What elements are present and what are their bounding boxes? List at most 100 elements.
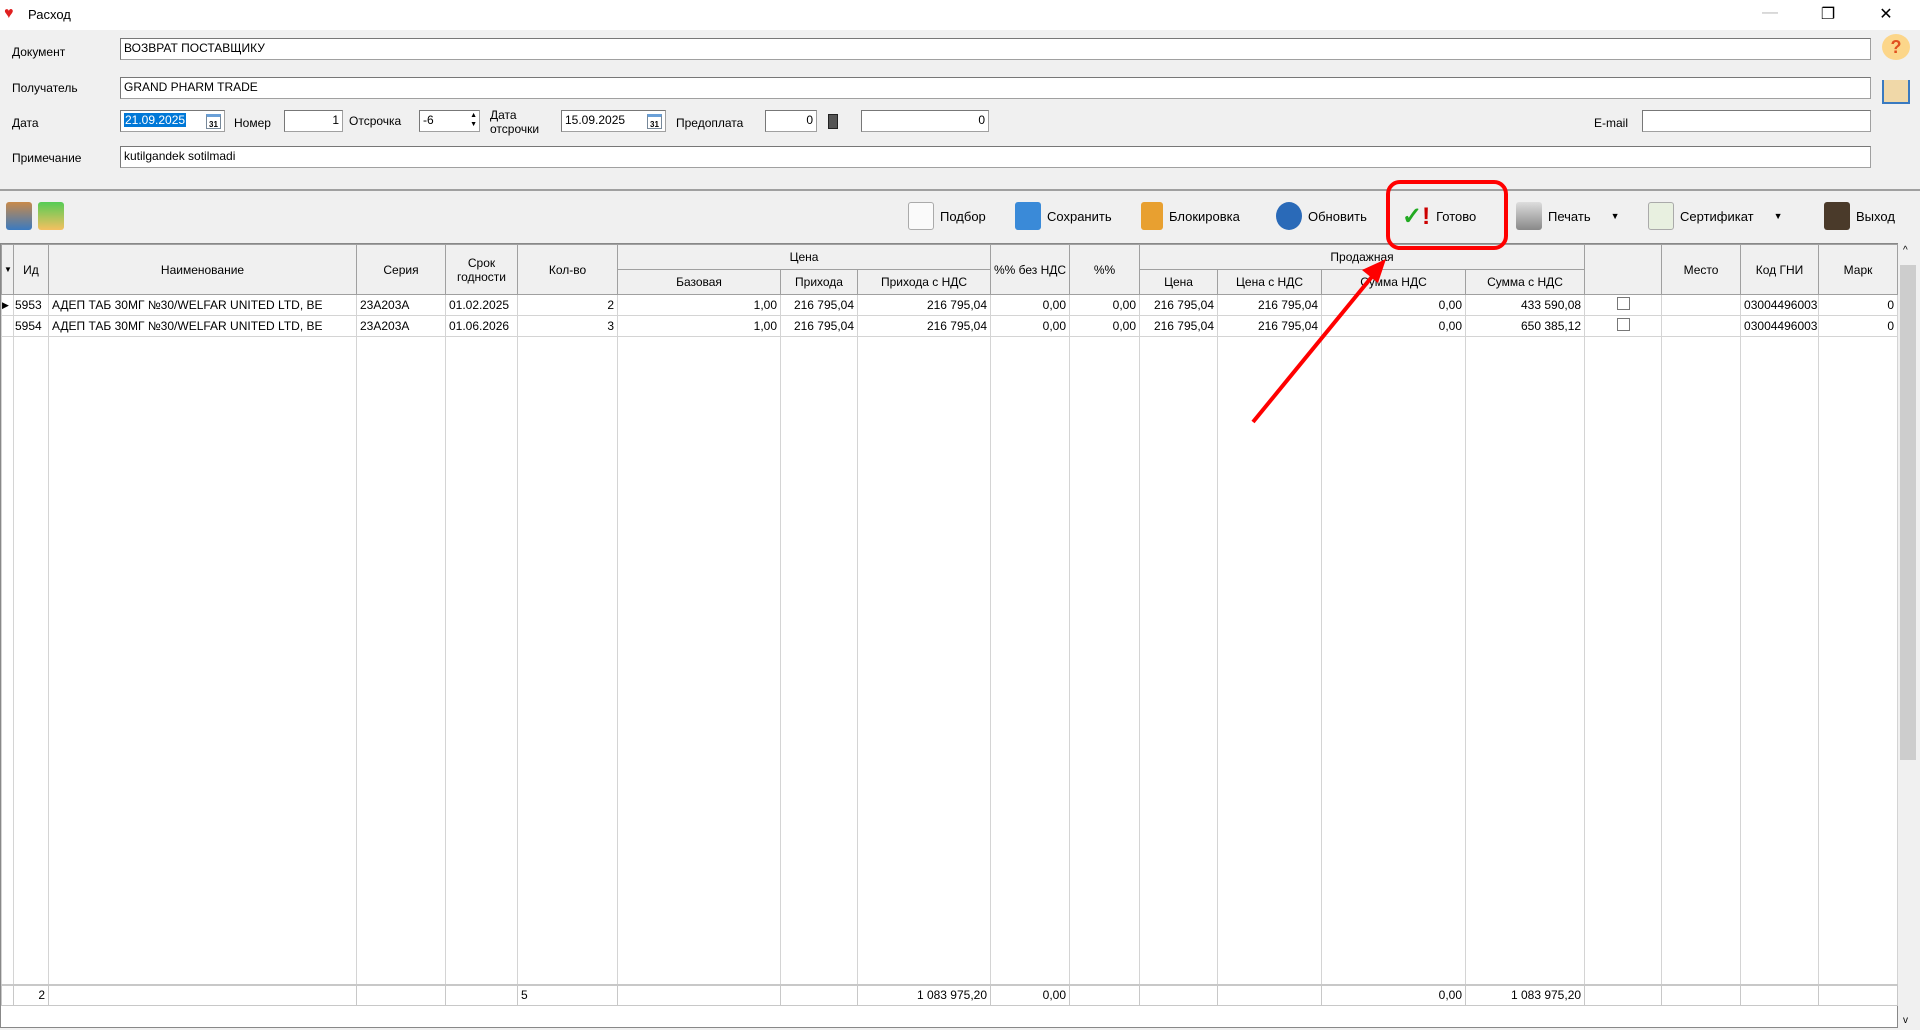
done-button[interactable]: ✓! Готово <box>1402 198 1476 234</box>
cell-sale-price[interactable]: 216 795,04 <box>1139 315 1219 337</box>
cell-gni-code[interactable]: 03004496003 <box>1740 315 1820 337</box>
minimize-button[interactable]: — <box>1750 4 1790 26</box>
header-mark[interactable]: Марк <box>1818 244 1899 295</box>
cell-series[interactable]: 23A203A <box>356 315 446 337</box>
select-button[interactable]: Подбор <box>908 198 986 234</box>
save-button[interactable]: Сохранить <box>1015 198 1112 234</box>
header-id[interactable]: Ид <box>13 244 49 295</box>
number-field[interactable]: 1 <box>284 110 343 132</box>
cell-sum-vat[interactable]: 433 590,08 <box>1465 294 1586 316</box>
close-button[interactable]: ✕ <box>1866 4 1906 26</box>
extra-amount-field[interactable]: 0 <box>861 110 989 132</box>
cell-incoming-vat[interactable]: 216 795,04 <box>856 315 992 337</box>
cell-place[interactable] <box>1661 294 1742 316</box>
cell-sale-price-vat[interactable]: 216 795,04 <box>1217 315 1323 337</box>
email-field[interactable] <box>1642 110 1871 132</box>
header-qty[interactable]: Кол-во <box>517 244 618 295</box>
refresh-button[interactable]: Обновить <box>1276 198 1367 234</box>
cell-id[interactable]: 5954 <box>13 315 49 337</box>
cell-incoming[interactable]: 216 795,04 <box>780 294 858 316</box>
prepay-field[interactable]: 0 <box>765 110 817 132</box>
lock-button[interactable]: Блокировка <box>1141 198 1240 234</box>
cell-pct[interactable]: 0,00 <box>1069 315 1141 337</box>
exit-button[interactable]: Выход <box>1824 198 1895 234</box>
save-label: Сохранить <box>1047 208 1112 224</box>
cell-sum-vat[interactable]: 650 385,12 <box>1465 315 1586 337</box>
users-edit-icon[interactable] <box>6 202 32 230</box>
restore-button[interactable]: ❐ <box>1808 4 1848 26</box>
row-indicator[interactable]: ▶ <box>1 294 14 316</box>
cell-checked[interactable] <box>1584 315 1663 337</box>
scales-check-icon[interactable] <box>38 202 64 230</box>
header-series[interactable]: Серия <box>356 244 446 295</box>
cell-series[interactable]: 23A203A <box>356 294 446 316</box>
cell-qty[interactable]: 3 <box>517 315 618 337</box>
certificate-button[interactable]: Сертификат ▼ <box>1648 198 1783 234</box>
date-value: 21.09.2025 <box>124 113 187 127</box>
select-label: Подбор <box>940 208 986 224</box>
cell-id[interactable]: 5953 <box>13 294 49 316</box>
cell-name[interactable]: АДЕП ТАБ 30МГ №30/WELFAR UNITED LTD, BE <box>48 315 357 337</box>
header-expiry[interactable]: Срок годности <box>445 244 518 295</box>
cell-sale-price[interactable]: 216 795,04 <box>1139 294 1219 316</box>
date-field[interactable]: 21.09.2025 31 <box>120 110 225 132</box>
cell-pct-no-vat[interactable]: 0,00 <box>990 294 1071 316</box>
header-sum-vat[interactable]: Сумма с НДС <box>1465 269 1586 295</box>
print-dropdown-icon[interactable]: ▼ <box>1611 211 1620 221</box>
row-checkbox[interactable] <box>1616 297 1630 310</box>
certificate-label: Сертификат <box>1680 208 1754 224</box>
note-field[interactable]: kutilgandek sotilmadi <box>120 146 1871 168</box>
header-sale-price[interactable]: Цена <box>1139 269 1219 295</box>
cell-pct-no-vat[interactable]: 0,00 <box>990 315 1071 337</box>
cell-qty[interactable]: 2 <box>517 294 618 316</box>
cell-sale-price-vat[interactable]: 216 795,04 <box>1217 294 1323 316</box>
cell-checked[interactable] <box>1584 294 1663 316</box>
header-name[interactable]: Наименование <box>48 244 357 295</box>
spin-arrows-icon[interactable]: ▲ ▼ <box>470 111 477 129</box>
table-row[interactable]: 5954 АДЕП ТАБ 30МГ №30/WELFAR UNITED LTD,… <box>1 315 1899 337</box>
header-gni-code[interactable]: Код ГНИ <box>1740 244 1820 295</box>
cell-vat-sum[interactable]: 0,00 <box>1321 315 1467 337</box>
row-indicator[interactable] <box>1 315 14 337</box>
row-checkbox[interactable] <box>1616 318 1630 331</box>
cell-gni-code[interactable]: 03004496003 <box>1740 294 1820 316</box>
cell-mark[interactable]: 0 <box>1818 315 1899 337</box>
cell-place[interactable] <box>1661 315 1742 337</box>
print-button[interactable]: Печать ▼ <box>1516 198 1620 234</box>
header-checkbox[interactable] <box>1584 244 1663 295</box>
help-icon[interactable]: ? <box>1882 34 1910 60</box>
recipient-field[interactable]: GRAND PHARM TRADE <box>120 77 1871 99</box>
cell-expiry[interactable]: 01.02.2025 <box>445 294 518 316</box>
cell-vat-sum[interactable]: 0,00 <box>1321 294 1467 316</box>
row-selector-header[interactable]: ▼ <box>1 244 14 295</box>
header-incoming-vat[interactable]: Прихода с НДС <box>856 269 992 295</box>
delay-stepper[interactable]: -6 ▲ ▼ <box>419 110 480 132</box>
header-pct-no-vat[interactable]: %% без НДС <box>990 244 1071 295</box>
header-base[interactable]: Базовая <box>617 269 781 295</box>
header-sale-price-vat[interactable]: Цена с НДС <box>1217 269 1323 295</box>
document-field[interactable]: ВОЗВРАТ ПОСТАВЩИКУ <box>120 38 1871 60</box>
cell-incoming[interactable]: 216 795,04 <box>780 315 858 337</box>
cell-base[interactable]: 1,00 <box>617 294 781 316</box>
cell-pct[interactable]: 0,00 <box>1069 294 1141 316</box>
calendar-icon[interactable]: 31 <box>206 114 221 129</box>
header-vat-sum[interactable]: Сумма НДС <box>1321 269 1467 295</box>
scroll-up-icon[interactable]: ^ <box>1903 245 1908 256</box>
cell-mark[interactable]: 0 <box>1818 294 1899 316</box>
scrollbar-thumb[interactable] <box>1900 265 1916 760</box>
exit-label: Выход <box>1856 208 1895 224</box>
scroll-down-icon[interactable]: v <box>1903 1015 1908 1026</box>
header-incoming[interactable]: Приход​а <box>780 269 858 295</box>
directory-book-icon[interactable] <box>1882 80 1910 104</box>
table-row[interactable]: ▶ 5953 АДЕП ТАБ 30МГ №30/WELFAR UNITED LTD… <box>1 294 1899 316</box>
calculator-icon[interactable] <box>828 114 838 129</box>
header-place[interactable]: Место <box>1661 244 1742 295</box>
header-pct[interactable]: %% <box>1069 244 1141 295</box>
cell-incoming-vat[interactable]: 216 795,04 <box>856 294 992 316</box>
cell-name[interactable]: АДЕП ТАБ 30МГ №30/WELFAR UNITED LTD, BE <box>48 294 357 316</box>
certificate-dropdown-icon[interactable]: ▼ <box>1774 211 1783 221</box>
cell-expiry[interactable]: 01.06.2026 <box>445 315 518 337</box>
cell-base[interactable]: 1,00 <box>617 315 781 337</box>
delay-date-field[interactable]: 15.09.2025 31 <box>561 110 666 132</box>
calendar-icon[interactable]: 31 <box>647 114 662 129</box>
